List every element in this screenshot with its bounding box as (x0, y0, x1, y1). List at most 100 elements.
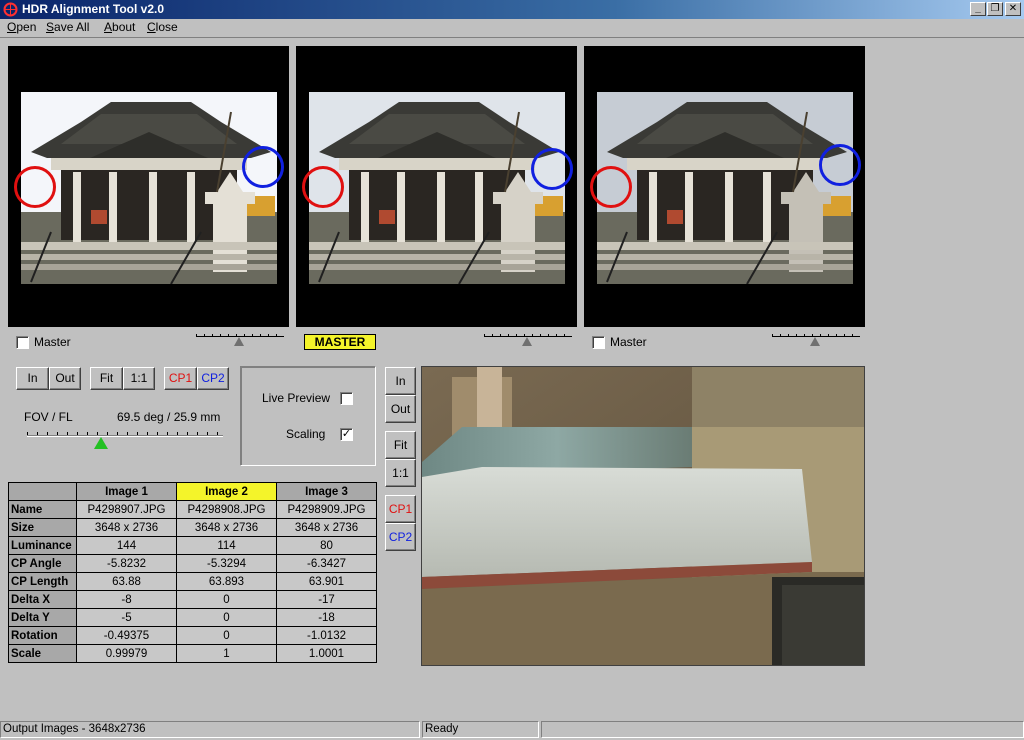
cp2-marker[interactable] (819, 144, 861, 186)
live-preview-checkbox[interactable] (340, 392, 353, 405)
master-checkbox-3[interactable] (592, 336, 605, 349)
cp1-marker[interactable] (14, 166, 56, 208)
options-group (240, 366, 376, 466)
column-header[interactable]: Image 2 (176, 482, 277, 501)
table-cell: 144 (76, 536, 177, 555)
zoom-view-out-button[interactable]: Out (385, 395, 416, 423)
table-row: Luminance 144 114 80 (8, 536, 377, 555)
zoom-detail-view[interactable] (421, 366, 865, 666)
table-cell: 63.893 (176, 572, 277, 591)
table-row: Rotation -0.49375 0 -1.0132 (8, 626, 377, 645)
table-row: Size 3648 x 2736 3648 x 2736 3648 x 2736 (8, 518, 377, 537)
row-label: CP Length (8, 572, 77, 591)
table-cell: P4298909.JPG (276, 500, 377, 519)
cp2-button[interactable]: CP2 (197, 367, 229, 390)
table-cell: 3648 x 2736 (276, 518, 377, 537)
zoom-detail-image (422, 367, 864, 665)
scaling-label: Scaling (286, 427, 326, 441)
row-label: Luminance (8, 536, 77, 555)
table-header-row: Image 1 Image 2 Image 3 (8, 482, 377, 501)
menu-close[interactable]: Close (147, 20, 178, 34)
row-label: CP Angle (8, 554, 77, 573)
table-cell: -5.8232 (76, 554, 177, 573)
image-panel-1[interactable] (8, 46, 289, 327)
menu-open[interactable]: Open (7, 20, 36, 34)
table-cell: -1.0132 (276, 626, 377, 645)
zoom-out-button[interactable]: Out (49, 367, 81, 390)
image-panel-2[interactable] (296, 46, 577, 327)
image-2-photo (309, 92, 565, 284)
fov-slider-thumb[interactable] (94, 437, 109, 449)
cp1-marker[interactable] (302, 166, 344, 208)
zoom-view-cp1-button[interactable]: CP1 (385, 495, 416, 523)
menu-save-all[interactable]: Save All (46, 20, 89, 34)
table-cell: -8 (76, 590, 177, 609)
fov-label: FOV / FL (24, 410, 73, 424)
table-cell: 3648 x 2736 (176, 518, 277, 537)
table-cell: 80 (276, 536, 377, 555)
fit-button[interactable]: Fit (90, 367, 123, 390)
master-badge: MASTER (304, 334, 376, 350)
zoom-view-cp2-button[interactable]: CP2 (385, 523, 416, 551)
cp1-button[interactable]: CP1 (164, 367, 197, 390)
table-cell: 0 (176, 626, 277, 645)
table-cell: 1 (176, 644, 277, 663)
table-cell: -5 (76, 608, 177, 627)
table-cell: 0 (176, 590, 277, 609)
master-label-1: Master (34, 335, 71, 349)
table-cell: -5.3294 (176, 554, 277, 573)
minimize-button[interactable]: _ (970, 2, 986, 16)
image-3-photo (597, 92, 853, 284)
zoom-view-fit-button[interactable]: Fit (385, 431, 416, 459)
table-cell: P4298907.JPG (76, 500, 177, 519)
table-row: Delta X -8 0 -17 (8, 590, 377, 609)
menu-about[interactable]: About (104, 20, 135, 34)
close-window-button[interactable]: ✕ (1005, 2, 1021, 16)
maximize-button[interactable]: ❐ (987, 2, 1003, 16)
one-to-one-button[interactable]: 1:1 (123, 367, 155, 390)
table-cell: 1.0001 (276, 644, 377, 663)
table-corner (8, 482, 77, 501)
status-extra (541, 721, 1024, 738)
zoom-in-button[interactable]: In (16, 367, 49, 390)
table-cell: 0.99979 (76, 644, 177, 663)
table-cell: 63.901 (276, 572, 377, 591)
row-label: Delta X (8, 590, 77, 609)
table-cell: 0 (176, 608, 277, 627)
exposure-slider-2[interactable] (484, 331, 572, 349)
app-crosshair-icon (3, 2, 18, 17)
row-label: Delta Y (8, 608, 77, 627)
image-panel-3[interactable] (584, 46, 865, 327)
image-1-photo (21, 92, 277, 284)
status-output: Output Images - 3648x2736 (0, 721, 420, 738)
table-cell: P4298908.JPG (176, 500, 277, 519)
master-label-3: Master (610, 335, 647, 349)
table-cell: -0.49375 (76, 626, 177, 645)
fov-slider[interactable] (27, 435, 223, 437)
status-state: Ready (422, 721, 539, 738)
column-header[interactable]: Image 1 (76, 482, 177, 501)
master-checkbox-1[interactable] (16, 336, 29, 349)
table-cell: 63.88 (76, 572, 177, 591)
slider-thumb[interactable] (234, 337, 244, 346)
temple-image (597, 92, 853, 284)
table-cell: -17 (276, 590, 377, 609)
image-info-table: Image 1 Image 2 Image 3 Name P4298907.JPG… (8, 482, 377, 663)
scaling-checkbox[interactable]: ✓ (340, 428, 353, 441)
row-label: Rotation (8, 626, 77, 645)
zoom-view-one-to-one-button[interactable]: 1:1 (385, 459, 416, 487)
exposure-slider-3[interactable] (772, 331, 860, 349)
exposure-slider-1[interactable] (196, 331, 284, 349)
table-cell: 114 (176, 536, 277, 555)
zoom-view-in-button[interactable]: In (385, 367, 416, 395)
slider-thumb[interactable] (522, 337, 532, 346)
cp2-marker[interactable] (531, 148, 573, 190)
cp2-marker[interactable] (242, 146, 284, 188)
slider-thumb[interactable] (810, 337, 820, 346)
table-cell: -6.3427 (276, 554, 377, 573)
row-label: Scale (8, 644, 77, 663)
column-header[interactable]: Image 3 (276, 482, 377, 501)
cp1-marker[interactable] (590, 166, 632, 208)
temple-image (309, 92, 565, 284)
fov-value: 69.5 deg / 25.9 mm (117, 410, 221, 424)
